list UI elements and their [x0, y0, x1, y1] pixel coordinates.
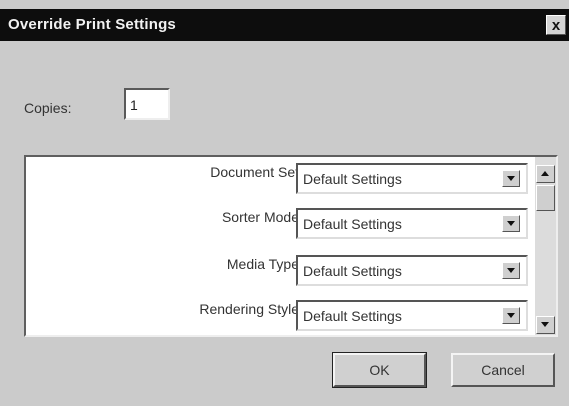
setting-label: Document Set [210, 164, 299, 180]
rendering-style-select[interactable]: Default Settings [296, 300, 528, 331]
setting-row-document-set: Document Set Default Settings [26, 157, 531, 197]
select-value: Default Settings [303, 216, 402, 232]
select-value: Default Settings [303, 308, 402, 324]
close-button[interactable]: x [546, 15, 566, 35]
title-bar[interactable]: Override Print Settings x [0, 9, 569, 41]
scrollbar-thumb[interactable] [536, 185, 555, 211]
vertical-scrollbar[interactable] [535, 157, 556, 335]
media-type-select[interactable]: Default Settings [296, 255, 528, 286]
copies-input[interactable] [124, 88, 170, 120]
dialog-title: Override Print Settings [8, 16, 176, 33]
setting-row-rendering-style: Rendering Style Default Settings [26, 294, 531, 334]
chevron-down-icon[interactable] [502, 215, 520, 232]
select-value: Default Settings [303, 263, 402, 279]
setting-label: Rendering Style [199, 301, 299, 317]
settings-list: Document Set Default Settings Sorter Mod… [24, 155, 558, 337]
select-value: Default Settings [303, 171, 402, 187]
scroll-down-icon[interactable] [536, 316, 555, 334]
chevron-down-icon[interactable] [502, 262, 520, 279]
cancel-button[interactable]: Cancel [451, 353, 555, 387]
setting-row-media-type: Media Type Default Settings [26, 249, 531, 289]
setting-label: Media Type [226, 256, 299, 272]
chevron-down-icon[interactable] [502, 307, 520, 324]
chevron-down-icon[interactable] [502, 170, 520, 187]
scroll-up-icon[interactable] [536, 165, 555, 183]
sorter-mode-select[interactable]: Default Settings [296, 208, 528, 239]
override-print-settings-dialog: Override Print Settings x Copies: Docume… [0, 0, 569, 406]
setting-label: Sorter Mode [221, 209, 299, 225]
ok-button[interactable]: OK [332, 352, 427, 388]
setting-row-sorter-mode: Sorter Mode Default Settings [26, 202, 531, 242]
document-set-select[interactable]: Default Settings [296, 163, 528, 194]
copies-label: Copies: [24, 100, 72, 116]
close-icon: x [551, 16, 561, 34]
